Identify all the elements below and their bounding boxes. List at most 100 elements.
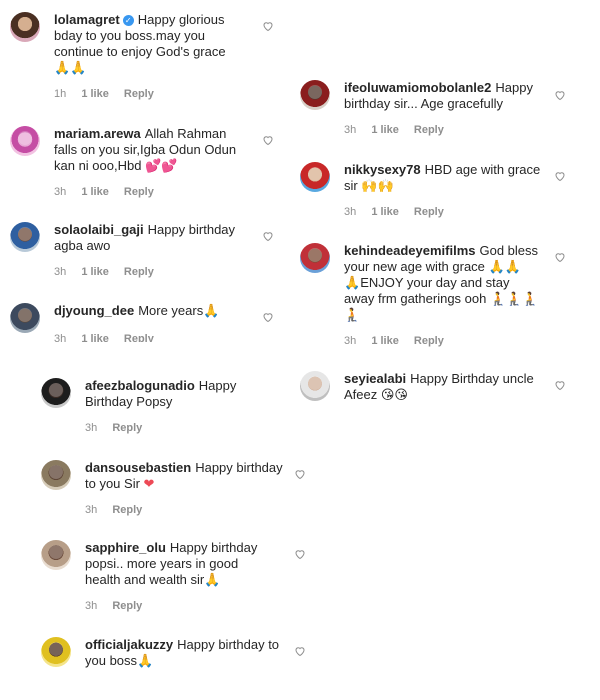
crop-edge xyxy=(0,342,290,354)
comment-text: agba awo xyxy=(54,238,111,253)
heart-outline-icon[interactable] xyxy=(294,548,306,560)
comment-text: birthday sir... Age gracefully xyxy=(344,96,503,111)
comment-text: More years xyxy=(138,303,204,318)
comment-text: Birthday Popsy xyxy=(85,394,173,409)
praying-hands-emoji: 🙏🙏 xyxy=(488,259,521,274)
comment-username[interactable]: dansousebastien xyxy=(85,460,191,475)
reply-button[interactable]: Reply xyxy=(124,186,154,198)
red-heart-emoji: ❤ xyxy=(143,476,155,491)
like-count[interactable]: 1 like xyxy=(371,335,399,347)
comment-time: 3h xyxy=(344,335,357,347)
avatar[interactable] xyxy=(41,460,71,490)
people-emoji: 🙌🙌 xyxy=(361,178,394,193)
praying-hands-emoji: 🙏🙏 xyxy=(54,60,87,75)
comment-time: 3h xyxy=(54,266,67,278)
heart-outline-icon[interactable] xyxy=(262,134,274,146)
verified-badge-icon: ✓ xyxy=(122,15,134,26)
comment-text: Happy Birthday uncle xyxy=(410,371,534,386)
comment-text: sir xyxy=(344,178,358,193)
comment-text: Allah Rahman xyxy=(144,126,227,141)
avatar[interactable] xyxy=(10,222,40,252)
like-count[interactable]: 1 like xyxy=(81,88,109,100)
comment-text: Happy glorious xyxy=(137,12,225,27)
comment-username[interactable]: ifeoluwamiomobolanle2 xyxy=(344,80,491,95)
heart-outline-icon[interactable] xyxy=(554,89,566,101)
comment-text: away frm gatherings ooh xyxy=(344,291,487,306)
heart-outline-icon[interactable] xyxy=(554,170,566,182)
praying-hands-emoji: 🙏 xyxy=(204,572,221,587)
heart-outline-icon[interactable] xyxy=(554,379,566,391)
avatar[interactable] xyxy=(10,12,40,42)
avatar[interactable] xyxy=(10,303,40,333)
like-count[interactable]: 1 like xyxy=(371,206,399,218)
praying-hands-emoji: 🙏 xyxy=(137,653,154,668)
comment-username[interactable]: djyoung_dee xyxy=(54,303,134,318)
reply-button[interactable]: Reply xyxy=(112,422,142,434)
reply-button[interactable]: Reply xyxy=(124,88,154,100)
comment-username[interactable]: lolamagret xyxy=(54,12,120,27)
comment-time: 1h xyxy=(54,88,67,100)
heart-outline-icon[interactable] xyxy=(554,251,566,263)
comment-time: 3h xyxy=(344,206,357,218)
comment-username[interactable]: mariam.arewa xyxy=(54,126,141,141)
hearts-emoji: 💕💕 xyxy=(145,158,178,173)
comment-username[interactable]: kehindeadeyemifilms xyxy=(344,243,476,258)
comment-text: Happy xyxy=(198,378,237,393)
comment-time: 3h xyxy=(85,600,98,612)
reply-button[interactable]: Reply xyxy=(112,504,142,516)
reply-button[interactable]: Reply xyxy=(124,266,154,278)
comment-text: you boss xyxy=(85,653,138,668)
heart-outline-icon[interactable] xyxy=(262,230,274,242)
comment-text: Afeez xyxy=(344,387,378,402)
comment-username[interactable]: officialjakuzzy xyxy=(85,637,173,652)
like-count[interactable]: 1 like xyxy=(371,124,399,136)
comment-text: bday to you boss.may you xyxy=(54,28,206,43)
comment-username[interactable]: solaolaibi_gaji xyxy=(54,222,144,237)
avatar[interactable] xyxy=(300,371,330,401)
comment-text: Happy birthday to xyxy=(177,637,280,652)
comment-time: 3h xyxy=(85,422,98,434)
comment-time: 3h xyxy=(344,124,357,136)
reply-button[interactable]: Reply xyxy=(414,206,444,218)
comment-text: popsi.. more years in good xyxy=(85,556,239,571)
comment-text: ENJOY your day and stay xyxy=(360,275,510,290)
heart-outline-icon[interactable] xyxy=(294,468,306,480)
comment-text: falls on you sir,Igba Odun Odun xyxy=(54,142,237,157)
comment-time: 3h xyxy=(85,504,98,516)
praying-hands-emoji: 🙏 xyxy=(203,303,220,318)
heart-outline-icon[interactable] xyxy=(262,20,274,32)
comment-time: 3h xyxy=(54,186,67,198)
comment-username[interactable]: afeezbalogunadio xyxy=(85,378,195,393)
like-count[interactable]: 1 like xyxy=(81,186,109,198)
face-emoji: 😘😘 xyxy=(380,387,408,402)
comment-text: Happy xyxy=(495,80,533,95)
person-emoji: 🧎 xyxy=(344,307,361,322)
comment-username[interactable]: seyiealabi xyxy=(344,371,406,386)
comment-text: kan ni ooo,Hbd xyxy=(54,158,142,173)
reply-button[interactable]: Reply xyxy=(112,600,142,612)
like-count[interactable]: 1 like xyxy=(81,266,109,278)
comment-text: Happy birthday xyxy=(195,460,283,475)
comment-username[interactable]: nikkysexy78 xyxy=(344,162,421,177)
comment-text: Happy birthday xyxy=(169,540,258,555)
avatar[interactable] xyxy=(300,243,330,273)
comment-text: to you Sir xyxy=(85,476,140,491)
avatar[interactable] xyxy=(41,378,71,408)
heart-outline-icon[interactable] xyxy=(294,645,306,657)
reply-button[interactable]: Reply xyxy=(414,124,444,136)
heart-outline-icon[interactable] xyxy=(262,311,274,323)
comment-text: continue to enjoy God's grace xyxy=(54,44,226,59)
avatar[interactable] xyxy=(41,637,71,667)
comment-username[interactable]: sapphire_olu xyxy=(85,540,166,555)
comment-text: HBD age with grace xyxy=(424,162,541,177)
comment-text: your new age with grace xyxy=(344,259,485,274)
praying-hands-emoji: 🙏 xyxy=(344,275,361,290)
avatar[interactable] xyxy=(300,162,330,192)
person-emoji: 🧎🧎🧎 xyxy=(489,291,539,306)
avatar[interactable] xyxy=(41,540,71,570)
avatar[interactable] xyxy=(300,80,330,110)
comment-text: God bless xyxy=(479,243,539,258)
reply-button[interactable]: Reply xyxy=(414,335,444,347)
comment-text: health and wealth sir xyxy=(85,572,205,587)
avatar[interactable] xyxy=(10,126,40,156)
